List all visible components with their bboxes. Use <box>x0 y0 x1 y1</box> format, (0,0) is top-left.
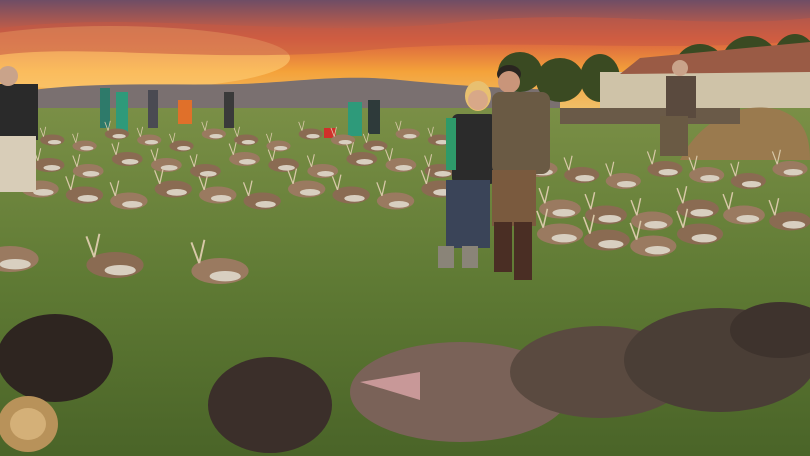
deer-belly <box>77 195 99 202</box>
deer-belly <box>395 165 413 171</box>
deer-belly <box>306 134 320 139</box>
deer-belly <box>434 171 452 177</box>
deer-belly <box>575 175 595 182</box>
deer-belly <box>736 215 760 223</box>
photo-scene <box>0 0 810 456</box>
tree-stump <box>0 396 58 452</box>
deer-belly <box>210 195 232 202</box>
deer-belly <box>344 195 365 202</box>
deer-belly <box>43 165 61 171</box>
deer-belly <box>47 140 62 145</box>
deer-belly <box>299 189 321 196</box>
deer-belly <box>104 265 136 276</box>
deer-belly <box>598 215 622 223</box>
deer-belly <box>241 140 255 145</box>
deer-belly <box>82 171 100 177</box>
deer-belly <box>356 159 374 165</box>
deer-belly <box>644 246 671 255</box>
deer-belly <box>644 221 668 229</box>
photo-illustration <box>0 0 810 456</box>
deer-belly <box>598 240 624 249</box>
deer-belly <box>691 234 717 243</box>
deer-belly <box>278 165 295 171</box>
deer-belly <box>403 134 417 139</box>
deer-belly <box>783 169 803 176</box>
deer-belly <box>80 146 94 151</box>
deer-belly <box>209 271 241 282</box>
deer-belly <box>782 221 806 229</box>
deer-belly <box>700 175 720 182</box>
person-left-edge <box>0 66 38 192</box>
deer-belly <box>741 181 762 188</box>
deer-belly <box>121 159 139 165</box>
deer-belly <box>112 134 126 139</box>
deer-belly <box>33 189 54 196</box>
deer-belly <box>658 169 678 176</box>
deer-belly <box>551 234 577 243</box>
woodpile <box>560 108 740 124</box>
deer-belly <box>255 201 276 208</box>
deer-belly <box>177 146 191 151</box>
deer-belly <box>199 171 217 177</box>
deer-belly <box>317 171 334 177</box>
deer-belly <box>616 181 637 188</box>
deer-belly <box>388 201 410 208</box>
deer-belly <box>166 189 187 196</box>
deer-belly <box>209 134 223 139</box>
deer-belly <box>122 201 143 208</box>
deer-belly <box>144 140 159 145</box>
deer-belly <box>552 209 576 217</box>
deer-belly <box>274 146 288 151</box>
deer-belly <box>690 209 714 217</box>
deer-belly <box>338 140 352 145</box>
deer-belly <box>0 259 31 270</box>
deer-belly <box>370 146 385 151</box>
deer-belly <box>238 159 256 165</box>
